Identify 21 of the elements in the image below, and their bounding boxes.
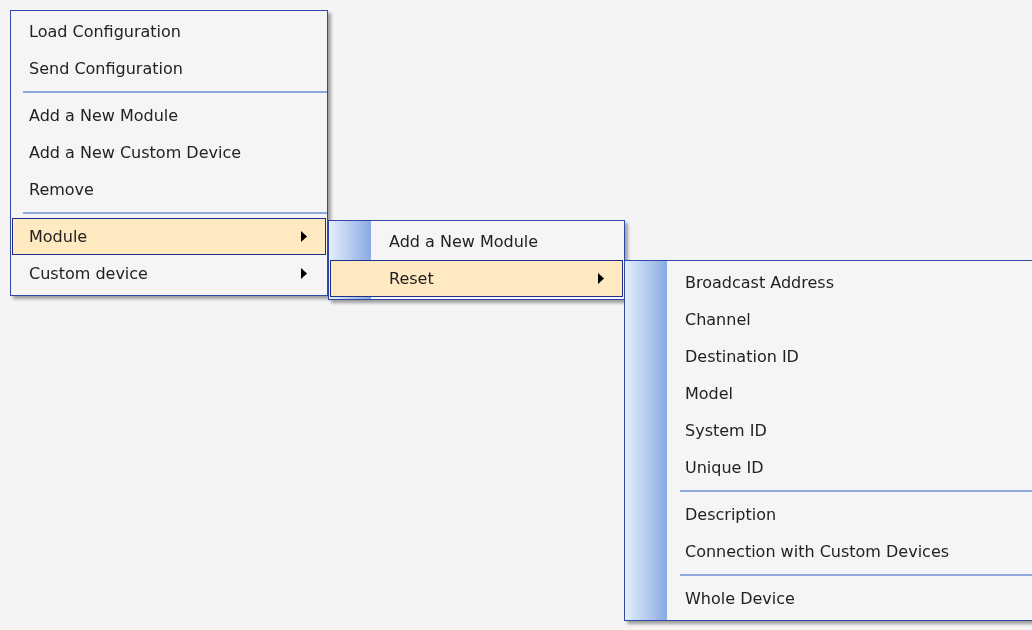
menu-item[interactable]: Whole Device xyxy=(626,580,1032,617)
submenu-arrow-icon xyxy=(301,268,307,279)
menu-item[interactable]: System ID xyxy=(626,412,1032,449)
menu-item[interactable]: Module xyxy=(12,218,326,255)
menu-item[interactable]: Custom device xyxy=(12,255,326,292)
menu-item[interactable]: Add a New Module xyxy=(330,223,623,260)
menu-item[interactable]: Load Configuration xyxy=(12,13,326,50)
submenu-arrow-icon xyxy=(301,231,307,242)
menu-item[interactable]: Destination ID xyxy=(626,338,1032,375)
menu-item[interactable]: Connection with Custom Devices xyxy=(626,533,1032,570)
menu-item[interactable]: Description xyxy=(626,496,1032,533)
menu-item[interactable]: Channel xyxy=(626,301,1032,338)
menu-item[interactable]: Add a New Custom Device xyxy=(12,134,326,171)
menu-item[interactable]: Reset xyxy=(330,260,623,297)
menu-item[interactable]: Add a New Module xyxy=(12,97,326,134)
submenu-arrow-icon xyxy=(598,273,604,284)
menu-item[interactable]: Model xyxy=(626,375,1032,412)
menu-item[interactable]: Unique ID xyxy=(626,449,1032,486)
menu-item[interactable]: Send Configuration xyxy=(12,50,326,87)
menu-item[interactable]: Broadcast Address xyxy=(626,264,1032,301)
menu-item[interactable]: Remove xyxy=(12,171,326,208)
